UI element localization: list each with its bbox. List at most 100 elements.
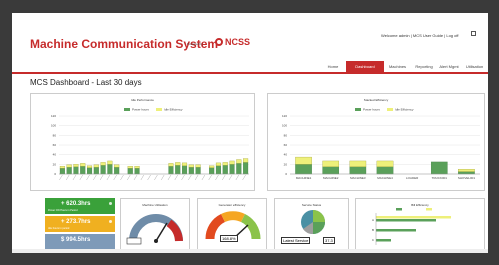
bar-power xyxy=(215,165,221,175)
kpi-caption: Idle hours in period xyxy=(48,227,70,230)
bar-idle xyxy=(376,160,394,167)
x-tick-mark xyxy=(174,174,178,181)
bar-power xyxy=(209,167,215,175)
bar-idle xyxy=(80,163,86,167)
x-tick-mark xyxy=(133,174,138,181)
gauge-needle xyxy=(155,222,168,242)
legend-swatch xyxy=(156,108,162,111)
gauge-value: 168.8% xyxy=(220,235,238,242)
x-tick-mark xyxy=(161,174,165,181)
x-tick-mark xyxy=(208,174,212,181)
y-tick-label: 80 xyxy=(53,133,57,137)
bar-power xyxy=(243,162,249,175)
legend-swatch xyxy=(387,108,393,111)
y-tick-label: 0 xyxy=(285,172,287,176)
bar-power xyxy=(376,239,391,242)
kpi-caption: Power ON Hours in Period xyxy=(48,209,78,212)
bar-power xyxy=(93,167,99,175)
powered-by: Powered by xyxy=(187,42,203,46)
y-tick-label: 120 xyxy=(282,114,287,118)
y-tick-label: 20 xyxy=(53,162,57,166)
bar-idle xyxy=(66,164,72,168)
tab-dashboard[interactable]: Dashboard xyxy=(346,61,384,72)
tab-machines[interactable]: Machines xyxy=(384,61,411,72)
x-tick-mark xyxy=(167,174,172,181)
bar-idle xyxy=(349,160,367,167)
kpi-value: + 620.3hrs xyxy=(61,201,91,207)
bar-idle xyxy=(114,164,120,168)
bar-power xyxy=(236,163,242,175)
x-tick-mark xyxy=(201,174,206,181)
y-tick-label: 60 xyxy=(284,143,288,147)
tab-home[interactable]: Home xyxy=(320,61,346,72)
utilisation-gauge xyxy=(126,214,183,245)
bar-idle xyxy=(458,169,475,172)
bar-power xyxy=(59,168,65,175)
x-tick-mark xyxy=(120,174,124,181)
legend-label: Power hours xyxy=(363,108,380,112)
tab-reporting[interactable]: Reporting xyxy=(411,61,437,72)
kpi-value: + 273.7hrs xyxy=(61,219,91,225)
y-tick-label: 40 xyxy=(284,153,288,157)
brand-name: NCSS xyxy=(225,37,251,47)
x-tick-mark xyxy=(59,174,63,181)
tab-alert-mgmt[interactable]: Alert Mgmt xyxy=(437,61,461,72)
y-tick-label: 0 xyxy=(54,172,56,176)
bar-power xyxy=(182,165,188,175)
y-tick-label: 20 xyxy=(284,162,288,166)
x-tick-mark xyxy=(113,174,117,181)
bar-power xyxy=(222,165,228,175)
bar-power xyxy=(114,167,120,175)
bar-idle xyxy=(100,162,106,166)
x-tick-mark xyxy=(235,174,239,181)
tab-utilisation[interactable]: Utilisation xyxy=(461,61,488,72)
x-tick-label: LOADER xyxy=(406,176,419,180)
bar-idle xyxy=(215,162,221,166)
bar-idle xyxy=(229,160,235,165)
bar-power xyxy=(168,166,174,175)
service-label: Latest Service xyxy=(281,237,311,244)
bar-idle xyxy=(127,166,133,169)
x-tick-mark xyxy=(242,174,246,181)
footer-strip xyxy=(12,249,488,253)
x-tick-mark xyxy=(79,174,83,181)
efficiency-gauge xyxy=(205,211,261,241)
stacked-efficiency-chart: Power hours Idle Efficiency 120 100 80 60 40 20… xyxy=(282,108,480,180)
x-tick-mark xyxy=(215,174,219,181)
bar-idle xyxy=(188,164,194,168)
stacked-efficiency-panel: Stacked Efficiency Power hours Idle Effic… xyxy=(267,93,485,191)
x-tick-label: MACHINE4 xyxy=(377,176,393,180)
y-tick-label: 120 xyxy=(51,114,56,118)
y-tick-label: 100 xyxy=(51,124,56,128)
x-tick-label: MACHINE2 xyxy=(323,176,339,180)
legend-swatch xyxy=(124,108,130,111)
x-tick-mark xyxy=(154,174,158,181)
exit-icon[interactable] xyxy=(471,31,476,36)
brand-circle-icon xyxy=(215,38,223,46)
gauge-orange-zone xyxy=(221,211,245,223)
pie-slice xyxy=(313,222,325,234)
main-nav: Home Dashboard Machines Reporting Alert … xyxy=(12,61,488,74)
kpi-power-hours: + 620.3hrs Power ON Hours in Period xyxy=(45,198,115,214)
y-tick-label: 80 xyxy=(284,133,288,137)
x-tick-mark xyxy=(181,174,185,181)
bar-idle xyxy=(222,162,228,166)
gauge-red-zone xyxy=(166,219,183,242)
x-tick-mark xyxy=(222,174,226,181)
bar-power xyxy=(80,166,86,175)
bar-power xyxy=(376,166,394,175)
bar-power xyxy=(295,164,312,175)
x-tick-mark xyxy=(66,174,70,181)
kpi-cost: $ 994.5hrs xyxy=(45,234,115,250)
legend-label: Power hours xyxy=(132,108,149,112)
bar-idle xyxy=(168,163,174,167)
x-tick-mark xyxy=(228,174,233,181)
efficiency-gauge-panel: Generator efficiency 168.8% xyxy=(197,198,267,253)
y-tick-label: 60 xyxy=(53,143,57,147)
welcome-links[interactable]: Welcome admin | MCS User Guide | Log off xyxy=(381,33,459,38)
x-tick-label: SHOVEL001 xyxy=(458,176,476,180)
x-tick-mark xyxy=(93,174,97,181)
service-status-panel: Service Status Latest Service 37.3 xyxy=(274,198,349,253)
y-tick-label: B xyxy=(372,228,374,232)
bar-power xyxy=(134,168,140,175)
